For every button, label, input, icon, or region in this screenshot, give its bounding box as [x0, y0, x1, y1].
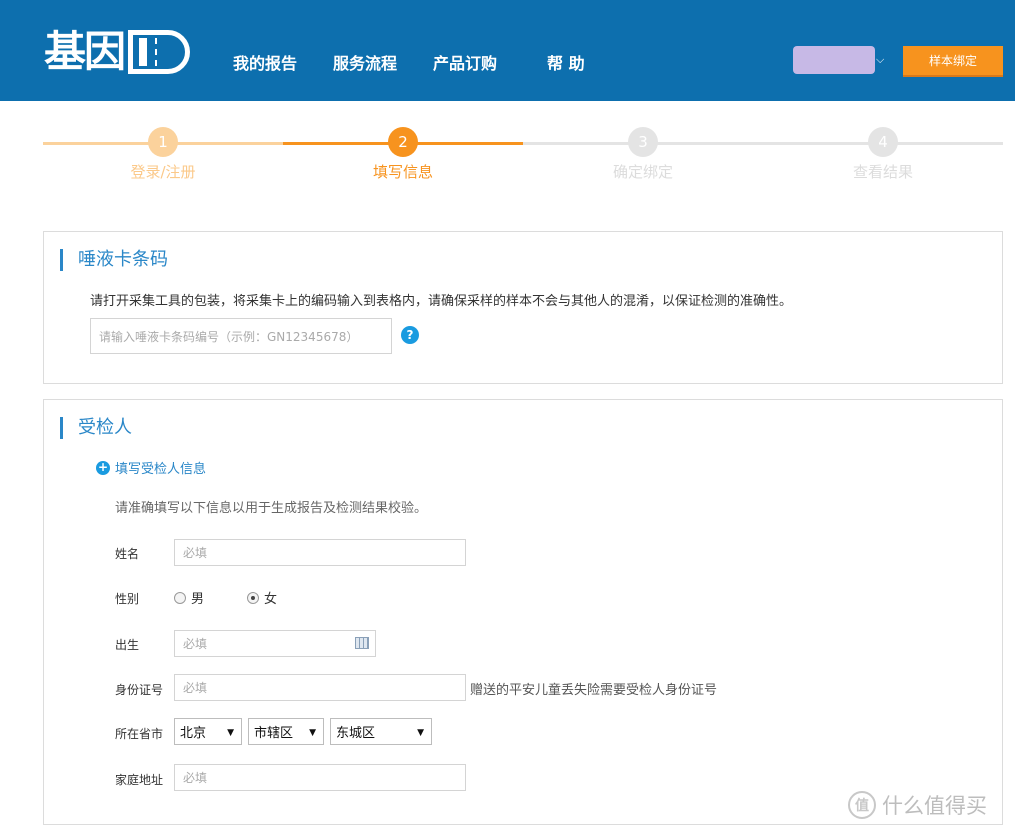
step-2-label: 填写信息: [372, 163, 433, 181]
main-nav: 我的报告 服务流程 产品订购 帮 助: [233, 50, 621, 74]
sample-bind-button[interactable]: 样本绑定: [903, 46, 1003, 75]
address-label: 家庭地址: [115, 773, 164, 787]
radio-button-checked[interactable]: [247, 591, 259, 604]
help-icon[interactable]: ?: [401, 326, 419, 344]
watermark: 值 什么值得买: [848, 790, 987, 820]
nav-my-reports[interactable]: 我的报告: [233, 50, 297, 74]
nav-service-flow[interactable]: 服务流程: [333, 50, 397, 74]
address-input[interactable]: 必填: [174, 764, 466, 791]
step-line-3: [523, 142, 1003, 145]
subject-panel: 受检人 + 填写受检人信息 请准确填写以下信息以用于生成报告及检测结果校验。 姓…: [43, 399, 1003, 825]
step-1-circle: 1: [148, 127, 178, 157]
step-4-circle: 4: [868, 127, 898, 157]
add-subject-info-link[interactable]: + 填写受检人信息: [96, 458, 206, 477]
step-1-label: 登录/注册: [130, 163, 196, 181]
dropdown-arrow-icon: ▼: [309, 728, 316, 738]
district-select[interactable]: 东城区 ▼: [330, 718, 432, 745]
dropdown-arrow-icon: ▼: [227, 728, 234, 738]
nav-product-order[interactable]: 产品订购: [433, 50, 497, 74]
city-select[interactable]: 市辖区 ▼: [248, 718, 324, 745]
gender-female-label: 女: [264, 592, 278, 607]
saliva-panel-desc: 请打开采集工具的包装，将采集卡上的编码输入到表格内，请确保采样的样本不会与其他人…: [90, 294, 793, 309]
birth-placeholder: 必填: [183, 637, 208, 651]
watermark-text: 什么值得买: [882, 794, 987, 818]
radio-button[interactable]: [174, 591, 186, 604]
id-number-input[interactable]: 必填: [174, 674, 466, 701]
nav-help[interactable]: 帮 助: [547, 50, 585, 74]
birth-label: 出生: [115, 638, 140, 652]
calendar-icon[interactable]: [355, 637, 369, 649]
province-select[interactable]: 北京 ▼: [174, 718, 242, 745]
step-2-circle: 2: [388, 127, 418, 157]
saliva-panel-title: 唾液卡条码: [60, 249, 168, 271]
barcode-input[interactable]: 请输入唾液卡条码编号（示例：GN12345678）: [90, 318, 392, 354]
user-account-menu[interactable]: [793, 46, 875, 74]
city-value: 市辖区: [254, 726, 294, 741]
gender-male-radio[interactable]: 男: [174, 588, 204, 607]
logo-text: 基因: [44, 27, 126, 76]
chevron-down-icon[interactable]: ⌵: [876, 53, 884, 67]
plus-circle-icon: +: [96, 459, 110, 475]
name-input[interactable]: 必填: [174, 539, 466, 566]
step-3-label: 确定绑定: [612, 163, 673, 181]
gender-male-label: 男: [191, 592, 205, 607]
region-label: 所在省市: [115, 727, 164, 741]
gender-label: 性别: [115, 592, 140, 606]
logo-d-mark: [128, 30, 191, 74]
id-hint: 赠送的平安儿童丢失险需要受检人身份证号: [470, 683, 718, 698]
gender-female-radio[interactable]: 女: [247, 588, 277, 607]
id-label: 身份证号: [115, 683, 164, 697]
smzdm-logo-icon: 值: [848, 791, 876, 819]
saliva-barcode-panel: 唾液卡条码 请打开采集工具的包装，将采集卡上的编码输入到表格内，请确保采样的样本…: [43, 231, 1003, 384]
district-value: 东城区: [336, 726, 376, 741]
add-subject-info-label: 填写受检人信息: [115, 462, 207, 477]
subject-panel-title: 受检人: [60, 417, 132, 439]
subject-panel-desc: 请准确填写以下信息以用于生成报告及检测结果校验。: [115, 501, 428, 516]
name-label: 姓名: [115, 547, 140, 561]
step-3-circle: 3: [628, 127, 658, 157]
dropdown-arrow-icon: ▼: [417, 728, 424, 738]
top-header: 基因 我的报告 服务流程 产品订购 帮 助 ⌵ 样本绑定: [0, 0, 1015, 101]
province-value: 北京: [180, 726, 207, 741]
step-4-label: 查看结果: [852, 163, 913, 181]
birth-date-input[interactable]: 必填: [174, 630, 376, 657]
brand-logo[interactable]: 基因: [44, 27, 191, 76]
